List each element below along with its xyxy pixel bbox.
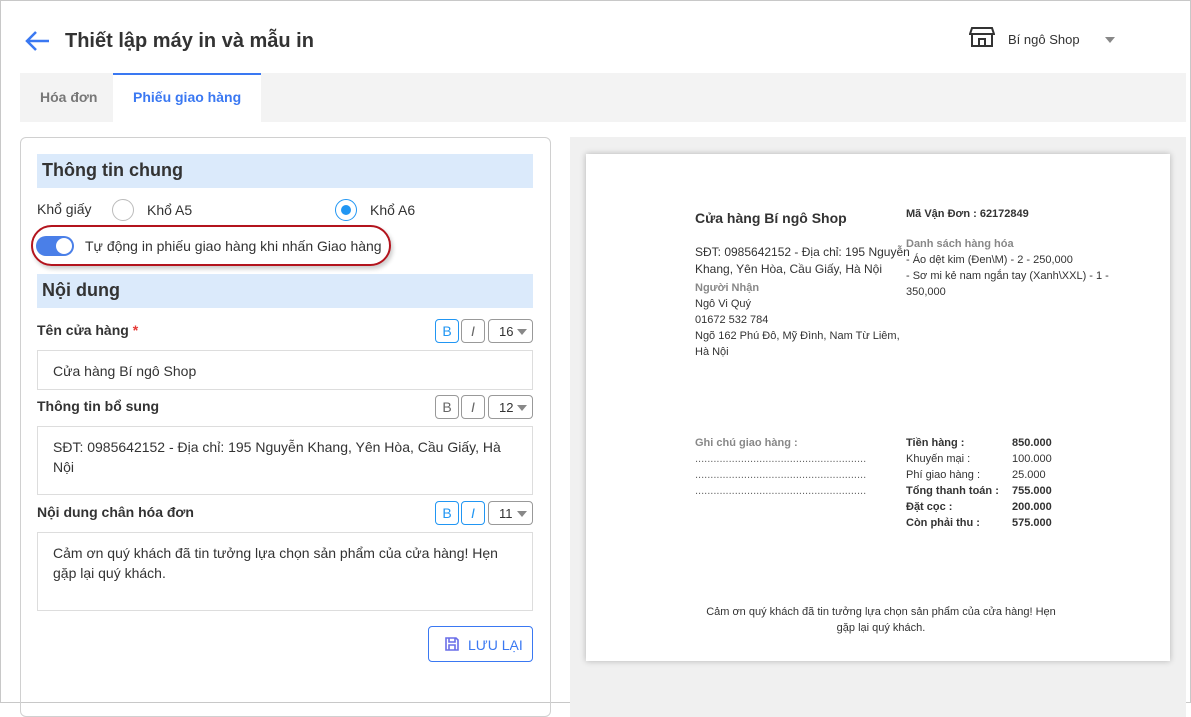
total-row: Còn phải thu : 575.000	[906, 515, 1106, 531]
preview-recipient-name: Ngô Vi Quý	[695, 298, 752, 310]
italic-button[interactable]: I	[461, 319, 485, 343]
font-size-select[interactable]: 16	[488, 319, 533, 343]
total-label: Còn phải thu :	[906, 517, 980, 529]
total-label: Tổng thanh toán :	[906, 485, 999, 497]
preview-info: SĐT: 0985642152 - Địa chỉ: 195 Nguyễn Kh…	[695, 245, 910, 276]
store-name-input[interactable]: Cửa hàng Bí ngô Shop	[37, 350, 533, 390]
preview-recipient-phone: 01672 532 784	[695, 314, 769, 326]
chevron-down-icon	[1105, 37, 1115, 48]
tab-invoice[interactable]: Hóa đơn	[20, 73, 117, 122]
preview-note-line: ........................................…	[695, 485, 867, 497]
total-value: 100.000	[1012, 453, 1052, 465]
bold-button[interactable]: B	[435, 501, 459, 525]
footer-textarea[interactable]: Cảm ơn quý khách đã tin tưởng lựa chọn s…	[37, 532, 533, 611]
section-general: Thông tin chung	[37, 154, 533, 188]
total-value: 850.000	[1012, 437, 1052, 449]
radio-a5[interactable]	[112, 199, 134, 221]
radio-a6[interactable]	[335, 199, 357, 221]
total-label: Tiền hàng :	[906, 437, 965, 449]
preview-goods-label: Danh sách hàng hóa	[906, 238, 1014, 250]
shop-name: Bí ngô Shop	[1008, 32, 1080, 47]
bold-button[interactable]: B	[435, 395, 459, 419]
store-icon	[969, 27, 995, 47]
radio-a5-label: Khổ A5	[147, 202, 193, 218]
total-value: 575.000	[1012, 517, 1052, 529]
preview-recipient-address: Ngõ 162 Phú Đô, Mỹ Đình, Nam Từ Liêm, Hà…	[695, 330, 900, 358]
preview-store: Cửa hàng Bí ngô Shop	[695, 210, 847, 226]
total-value: 200.000	[1012, 501, 1052, 513]
extra-info-label: Thông tin bổ sung	[37, 398, 160, 414]
total-value: 25.000	[1012, 469, 1046, 481]
preview-note-line: ........................................…	[695, 469, 867, 481]
total-row: Tổng thanh toán : 755.000	[906, 483, 1106, 499]
preview-paper: Cửa hàng Bí ngô Shop SĐT: 0985642152 - Đ…	[586, 154, 1170, 661]
italic-button[interactable]: I	[461, 501, 485, 525]
page-title: Thiết lập máy in và mẫu in	[65, 30, 314, 52]
preview-recipient-label: Người Nhận	[695, 282, 760, 294]
total-label: Đặt cọc :	[906, 501, 953, 513]
auto-print-label: Tự động in phiếu giao hàng khi nhấn Giao…	[85, 238, 382, 254]
preview-goods-item: - Sơ mi kẻ nam ngắn tay (Xanh\XXL) - 1 -…	[906, 270, 1109, 298]
total-label: Phí giao hàng :	[906, 469, 981, 481]
back-arrow-icon[interactable]	[23, 29, 51, 53]
total-row: Đặt cọc : 200.000	[906, 499, 1106, 515]
save-button[interactable]: LƯU LẠI	[428, 626, 533, 662]
total-row: Khuyến mại : 100.000	[906, 451, 1106, 467]
radio-a6-label: Khổ A6	[370, 202, 416, 218]
preview-footer: Cảm ơn quý khách đã tin tưởng lựa chọn s…	[706, 606, 1056, 634]
bold-button[interactable]: B	[435, 319, 459, 343]
total-label: Khuyến mại :	[906, 453, 971, 465]
preview-note-label: Ghi chú giao hàng :	[695, 437, 798, 449]
total-value: 755.000	[1012, 485, 1052, 497]
font-size-select[interactable]: 11	[488, 501, 533, 525]
footer-label: Nội dung chân hóa đơn	[37, 504, 194, 520]
section-content: Nội dung	[37, 274, 533, 308]
preview-waybill: Mã Vận Đơn : 62172849	[906, 208, 1029, 220]
extra-info-textarea[interactable]: SĐT: 0985642152 - Địa chỉ: 195 Nguyễn Kh…	[37, 426, 533, 495]
preview-totals: Tiền hàng : 850.000 Khuyến mại : 100.000 Phí…	[906, 435, 1106, 531]
store-name-label: Tên cửa hàng *	[37, 322, 139, 338]
font-size-select[interactable]: 12	[488, 395, 533, 419]
total-row: Phí giao hàng : 25.000	[906, 467, 1106, 483]
auto-print-toggle[interactable]	[36, 236, 74, 256]
total-row: Tiền hàng : 850.000	[906, 435, 1106, 451]
preview-note-line: ........................................…	[695, 453, 867, 465]
italic-button[interactable]: I	[461, 395, 485, 419]
tab-bar: Hóa đơn Phiếu giao hàng	[20, 73, 1186, 122]
preview-goods-item: - Áo dệt kim (Đen\M) - 2 - 250,000	[906, 254, 1073, 266]
tab-delivery-note[interactable]: Phiếu giao hàng	[113, 73, 262, 122]
shop-selector[interactable]: Bí ngô Shop	[969, 26, 1129, 54]
save-icon	[445, 637, 459, 651]
paper-size-label: Khổ giấy	[37, 201, 92, 217]
